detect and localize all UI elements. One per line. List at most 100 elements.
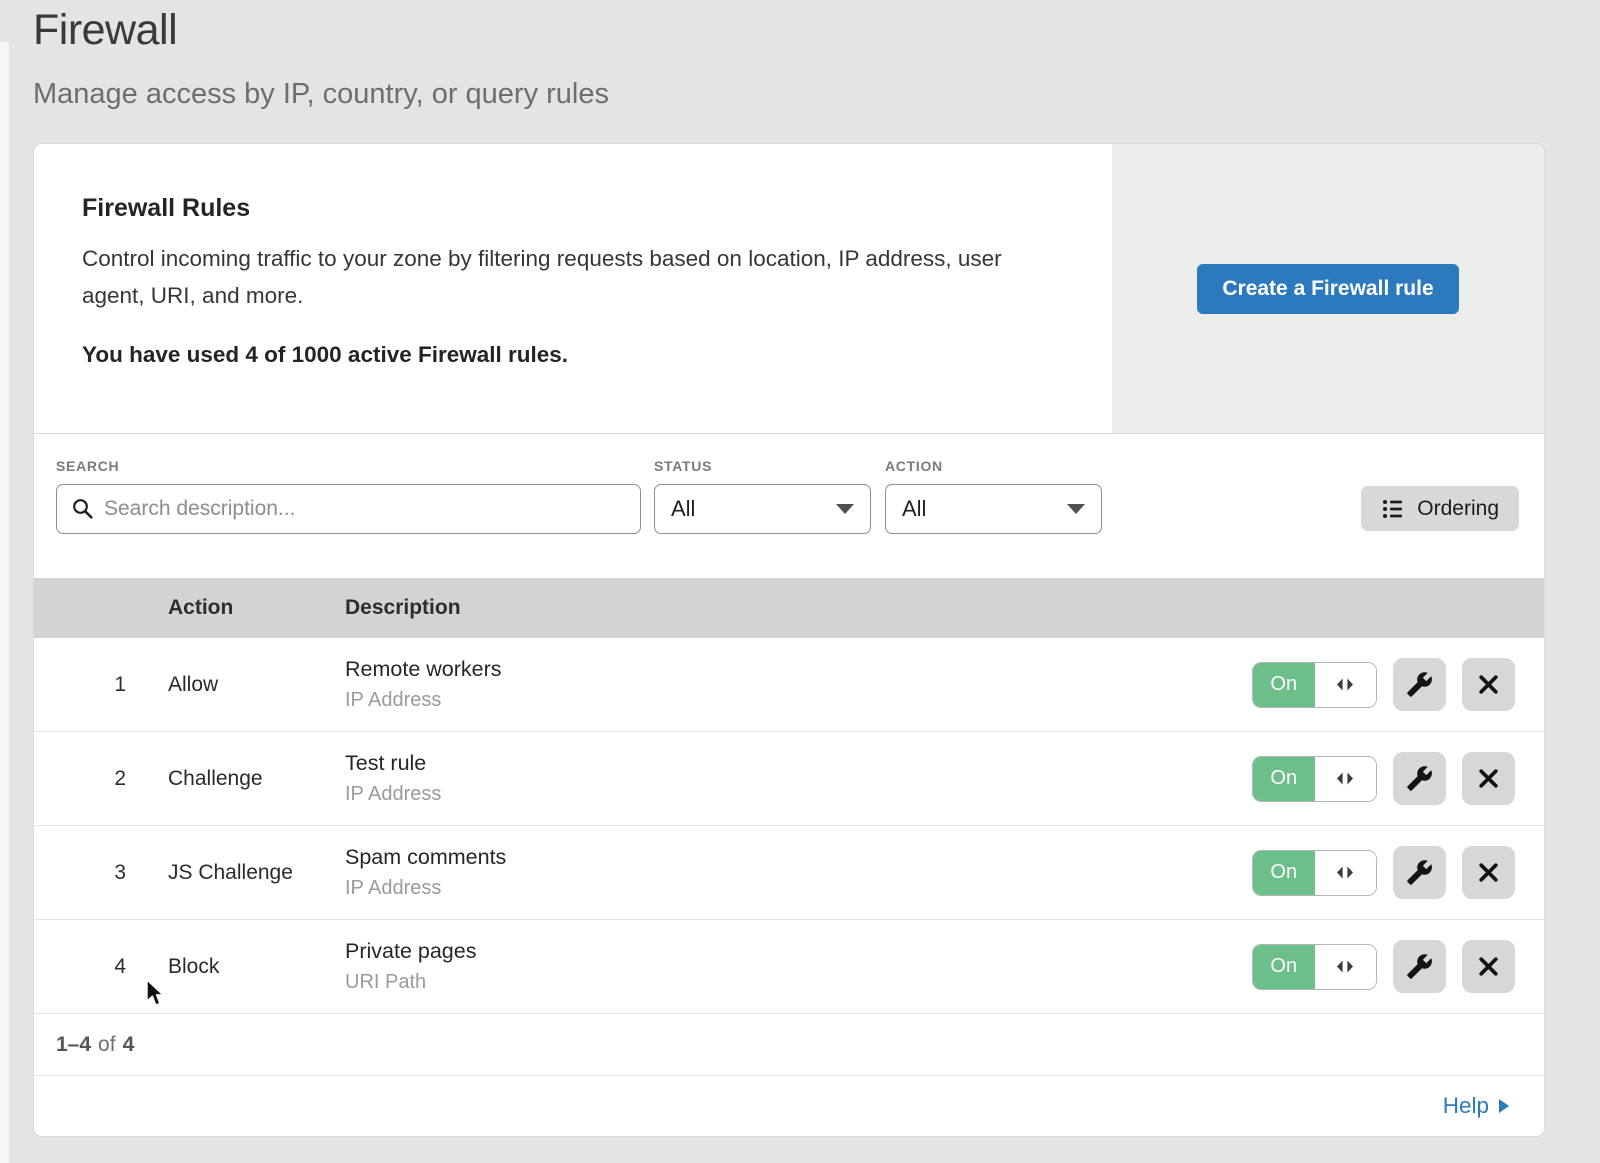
status-dropdown[interactable]: All <box>654 484 871 534</box>
toggle-on-label: On <box>1253 945 1315 989</box>
rule-enabled-toggle[interactable]: On <box>1252 850 1377 896</box>
table-row: 3 JS Challenge Spam comments IP Address … <box>34 826 1544 920</box>
help-link[interactable]: Help <box>1443 1093 1509 1119</box>
table-row: 4 Block Private pages URI Path On <box>34 920 1544 1014</box>
close-icon <box>1476 672 1501 697</box>
search-label: SEARCH <box>56 458 641 474</box>
wrench-icon <box>1406 953 1433 980</box>
action-label: ACTION <box>885 458 1102 474</box>
rule-controls: On <box>1252 846 1544 899</box>
edit-rule-button[interactable] <box>1393 940 1446 993</box>
wrench-icon <box>1406 671 1433 698</box>
toggle-on-label: On <box>1253 757 1315 801</box>
table-row: 2 Challenge Test rule IP Address On <box>34 732 1544 826</box>
chevron-down-icon <box>836 504 854 514</box>
create-firewall-rule-button[interactable]: Create a Firewall rule <box>1197 264 1458 314</box>
toggle-on-label: On <box>1253 663 1315 707</box>
rule-description-cell: Private pages URI Path <box>345 939 1252 994</box>
rule-controls: On <box>1252 940 1544 993</box>
rule-action: Block <box>168 955 345 979</box>
action-dropdown-value: All <box>902 496 926 522</box>
rule-match-type: IP Address <box>345 783 1252 806</box>
left-right-arrows-icon <box>1334 771 1356 786</box>
help-arrow-icon <box>1499 1099 1509 1113</box>
status-dropdown-value: All <box>671 496 695 522</box>
rule-description: Private pages <box>345 939 1252 964</box>
edit-rule-button[interactable] <box>1393 846 1446 899</box>
rule-description-cell: Remote workers IP Address <box>345 657 1252 712</box>
help-link-label: Help <box>1443 1093 1489 1119</box>
rules-description: Control incoming traffic to your zone by… <box>82 240 1027 314</box>
filters-bar: SEARCH STATUS All ACTION <box>34 434 1544 578</box>
delete-rule-button[interactable] <box>1462 846 1515 899</box>
rule-controls: On <box>1252 752 1544 805</box>
pagination-total: 4 <box>123 1033 135 1057</box>
firewall-rules-card: Firewall Rules Control incoming traffic … <box>33 143 1545 1137</box>
status-filter-group: STATUS All <box>654 458 871 534</box>
column-header-action: Action <box>168 596 345 620</box>
action-dropdown[interactable]: All <box>885 484 1102 534</box>
delete-rule-button[interactable] <box>1462 658 1515 711</box>
pagination-bar: 1–4 of 4 <box>34 1014 1544 1076</box>
rule-controls: On <box>1252 658 1544 711</box>
edit-rule-button[interactable] <box>1393 752 1446 805</box>
rule-priority-number: 1 <box>34 673 168 697</box>
rule-match-type: IP Address <box>345 877 1252 900</box>
edit-rule-button[interactable] <box>1393 658 1446 711</box>
card-footer: Help <box>34 1076 1544 1136</box>
rules-summary-section: Firewall Rules Control incoming traffic … <box>34 144 1544 434</box>
search-input[interactable] <box>56 484 641 534</box>
status-label: STATUS <box>654 458 871 474</box>
left-right-arrows-icon <box>1334 677 1356 692</box>
rule-priority-number: 2 <box>34 767 168 791</box>
toggle-on-label: On <box>1253 851 1315 895</box>
rule-description-cell: Test rule IP Address <box>345 751 1252 806</box>
delete-rule-button[interactable] <box>1462 752 1515 805</box>
pagination-of: of <box>98 1033 116 1057</box>
delete-rule-button[interactable] <box>1462 940 1515 993</box>
rule-priority-number: 4 <box>34 955 168 979</box>
rule-description: Remote workers <box>345 657 1252 682</box>
rule-enabled-toggle[interactable]: On <box>1252 756 1377 802</box>
rule-description: Test rule <box>345 751 1252 776</box>
rule-action: Allow <box>168 673 345 697</box>
page-subtitle: Manage access by IP, country, or query r… <box>33 78 609 111</box>
create-rule-panel: Create a Firewall rule <box>1112 144 1544 433</box>
rule-match-type: IP Address <box>345 689 1252 712</box>
toggle-handle <box>1315 663 1377 707</box>
rule-match-type: URI Path <box>345 971 1252 994</box>
wrench-icon <box>1406 859 1433 886</box>
rules-usage-count: You have used 4 of 1000 active Firewall … <box>82 342 1064 368</box>
left-right-arrows-icon <box>1334 865 1356 880</box>
close-icon <box>1476 766 1501 791</box>
toggle-handle <box>1315 757 1377 801</box>
chevron-down-icon <box>1067 504 1085 514</box>
firewall-page: Firewall Manage access by IP, country, o… <box>0 0 1600 1163</box>
column-header-description: Description <box>345 596 1544 620</box>
rule-priority-number: 3 <box>34 861 168 885</box>
rules-table-header: Action Description <box>34 578 1544 638</box>
wrench-icon <box>1406 765 1433 792</box>
rule-enabled-toggle[interactable]: On <box>1252 944 1377 990</box>
close-icon <box>1476 954 1501 979</box>
rule-enabled-toggle[interactable]: On <box>1252 662 1377 708</box>
ordering-button[interactable]: Ordering <box>1361 486 1519 531</box>
left-right-arrows-icon <box>1334 959 1356 974</box>
ordering-button-label: Ordering <box>1417 497 1499 521</box>
rule-action: JS Challenge <box>168 861 345 885</box>
search-icon <box>71 497 95 521</box>
action-filter-group: ACTION All <box>885 458 1102 534</box>
page-title: Firewall <box>33 6 177 55</box>
rules-heading: Firewall Rules <box>82 194 1064 223</box>
left-edge-strip <box>0 42 9 1163</box>
rule-action: Challenge <box>168 767 345 791</box>
search-filter-group: SEARCH <box>56 458 641 534</box>
rules-summary-text: Firewall Rules Control incoming traffic … <box>34 144 1112 433</box>
mouse-cursor-icon <box>143 978 167 1008</box>
close-icon <box>1476 860 1501 885</box>
ordering-list-icon <box>1381 497 1405 521</box>
rule-description: Spam comments <box>345 845 1252 870</box>
table-row: 1 Allow Remote workers IP Address On <box>34 638 1544 732</box>
toggle-handle <box>1315 945 1377 989</box>
toggle-handle <box>1315 851 1377 895</box>
